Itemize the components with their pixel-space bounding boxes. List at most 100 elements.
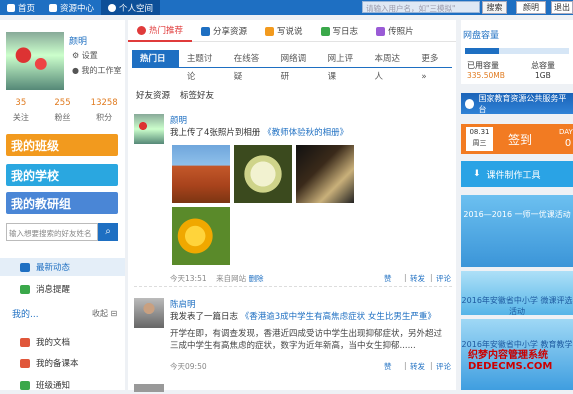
courseware-tool-button[interactable]: ⬇ 课件制作工具 [461, 161, 573, 187]
promo-one-teacher[interactable]: 2016—2016 一师一优课活动 [461, 195, 573, 267]
menu-class-notice[interactable]: 班级通知 [0, 376, 125, 394]
my-class-button[interactable]: 我的班级 [6, 134, 118, 156]
stat-following[interactable]: 35 关注 [0, 98, 42, 123]
photo-tulips[interactable] [172, 207, 230, 265]
left-sidebar: 颜明 ⚙ 设置 ● 我的工作室 35 关注 255 粉丝 13258 积分 我的班级 … [0, 20, 125, 391]
stat-points[interactable]: 13258 积分 [83, 98, 125, 123]
subtab-more[interactable]: 更多 » [413, 50, 452, 82]
profile-name[interactable]: 颜明 [69, 34, 87, 47]
stat-points-value: 13258 [90, 98, 118, 108]
feed-sep: | [404, 361, 407, 370]
total-value: 1GB [535, 71, 551, 80]
feed-forward[interactable]: 转发 [410, 273, 425, 284]
chat-icon [265, 26, 275, 36]
global-search-input[interactable]: 请输入用户名，如"三模拟" [362, 1, 480, 13]
tab-post-status[interactable]: 写说说 [256, 20, 312, 42]
menu-latest-activity[interactable]: 最新动态 [0, 258, 125, 276]
resource-icon [49, 3, 58, 12]
notice-icon [20, 380, 30, 390]
my-school-button[interactable]: 我的学校 [6, 164, 118, 186]
menu-lesson-book-label: 我的备课本 [36, 359, 79, 369]
subtab-qa[interactable]: 在线答疑 [226, 50, 273, 82]
sign-in-button[interactable]: 签到 [508, 131, 532, 148]
blog-link[interactable]: 《香港逾3成中学生有高焦虑症状 女生比男生严重》 [241, 312, 436, 322]
edu-platform-banner[interactable]: 国家教育资源公共服务平台 [461, 93, 573, 114]
tab-write-blog[interactable]: 写日志 [312, 20, 368, 42]
menu-my-documents[interactable]: 我的文档 [0, 333, 125, 351]
settings-link[interactable]: ⚙ 设置 [72, 50, 98, 61]
home-icon [7, 3, 15, 12]
feed-author[interactable]: 颜明 [170, 114, 187, 126]
photo-icon [376, 26, 386, 36]
friends-resources-link[interactable]: 好友资源 [136, 89, 170, 101]
subtab-survey[interactable]: 网络调研 [273, 50, 320, 82]
feed-avatar[interactable] [134, 114, 164, 144]
exit-button[interactable]: 退出 [551, 1, 573, 14]
stat-following-value: 35 [15, 98, 27, 108]
subtab-topics[interactable]: 主题讨论 [179, 50, 226, 82]
person-icon [108, 3, 117, 12]
subtab-hot-blogs[interactable]: 热门日志 [132, 49, 179, 82]
feed-like[interactable]: 赞 [384, 273, 392, 284]
feed-item: 颜明 我上传了4张照片到相册 《教师体验秋的相册》 今天13:51 来自网站 删… [134, 114, 452, 289]
document-icon [20, 337, 30, 347]
collapse-toggle[interactable]: 收起 ⊟ [92, 308, 117, 319]
photo-dark[interactable] [296, 145, 354, 203]
friend-search-button[interactable]: ⌕ [98, 223, 118, 241]
stat-fans-label: 粉丝 [54, 113, 71, 122]
stat-fans[interactable]: 255 粉丝 [42, 98, 84, 123]
menu-class-notice-label: 班级通知 [36, 381, 71, 391]
subtab-lesson-review[interactable]: 网上评课 [320, 50, 367, 82]
feed-forward[interactable]: 转发 [410, 361, 425, 372]
subtab-weekly-star[interactable]: 本周达人 [366, 50, 413, 82]
pen-icon [320, 26, 330, 36]
my-section-title: 我的... [12, 310, 39, 320]
feed-source: 来自网站 [216, 274, 247, 283]
top-nav-bar: 首页 资源中心 个人空间 请输入用户名，如"三模拟" 搜索 颜明 退出 [0, 0, 573, 15]
photo-flower[interactable] [234, 145, 292, 203]
feed-comment[interactable]: 评论 [436, 361, 451, 372]
photo-desert[interactable] [172, 145, 230, 203]
nav-home[interactable]: 首页 [0, 0, 42, 15]
main-content: 热门推荐 分享资源 写说说 写日志 传照片 热门日志 主题讨论 在线答疑 网络调… [128, 20, 456, 392]
feed-divider [134, 286, 452, 287]
feed-delete[interactable]: 删除 [249, 274, 264, 283]
tab-hot-recommend[interactable]: 热门推荐 [128, 20, 193, 42]
global-search-button[interactable]: 搜索 [482, 1, 507, 14]
nav-personal-space[interactable]: 个人空间 [101, 0, 161, 15]
courseware-tool-label: 课件制作工具 [486, 170, 541, 181]
storage-progress-fill [465, 48, 500, 54]
current-user-button[interactable]: 颜明 [516, 1, 546, 14]
sign-in-panel[interactable]: 08.31 周三 签到 DAYS 0 [461, 124, 573, 154]
cloud-storage-panel: 网盘容量 已用容量 335.50MB 总容量 1GB [461, 20, 573, 84]
sign-days-count: 0 [564, 138, 572, 149]
menu-lesson-book[interactable]: 我的备课本 [0, 354, 125, 372]
book-icon [20, 358, 30, 368]
tab-upload-photo[interactable]: 传照片 [367, 20, 423, 42]
my-group-button[interactable]: 我的教研组 [6, 192, 118, 214]
feed-like[interactable]: 赞 [384, 361, 392, 372]
feed-avatar[interactable] [134, 384, 164, 392]
watermark: 织梦内容管理系统 DEDECMS.COM [468, 350, 553, 372]
nav-resource-center[interactable]: 资源中心 [42, 0, 101, 15]
feed-author[interactable]: 陈启明 [170, 298, 196, 310]
menu-notifications[interactable]: 消息提醒 [0, 280, 125, 298]
tag-friends-link[interactable]: 标签好友 [180, 89, 214, 101]
tab-share-resource[interactable]: 分享资源 [192, 20, 256, 42]
tab-share-label: 分享资源 [213, 27, 248, 37]
feed-avatar[interactable] [134, 298, 164, 328]
friend-search-input[interactable]: 输入想要搜索的好友姓名 [6, 223, 98, 241]
profile-stats: 35 关注 255 粉丝 13258 积分 [0, 98, 125, 123]
mail-icon [20, 284, 30, 294]
promo-microlesson[interactable]: 2016年安徽省中小学 微课评选活动 [461, 271, 573, 316]
studio-link[interactable]: ● 我的工作室 [72, 65, 122, 76]
avatar[interactable] [6, 32, 64, 90]
album-link[interactable]: 《教师体验秋的相册》 [263, 128, 348, 138]
stat-fans-value: 255 [54, 98, 71, 108]
subtab-more-label: 更多 [421, 53, 439, 64]
feed-meta: 今天13:51 来自网站 删除 [170, 273, 264, 284]
feed-text: 我发表了一篇日志 《香港逾3成中学生有高焦虑症状 女生比男生严重》 [170, 311, 450, 323]
menu-latest-activity-label: 最新动态 [36, 263, 71, 273]
sign-date-weekday: 周三 [472, 139, 487, 147]
feed-comment[interactable]: 评论 [436, 273, 451, 284]
